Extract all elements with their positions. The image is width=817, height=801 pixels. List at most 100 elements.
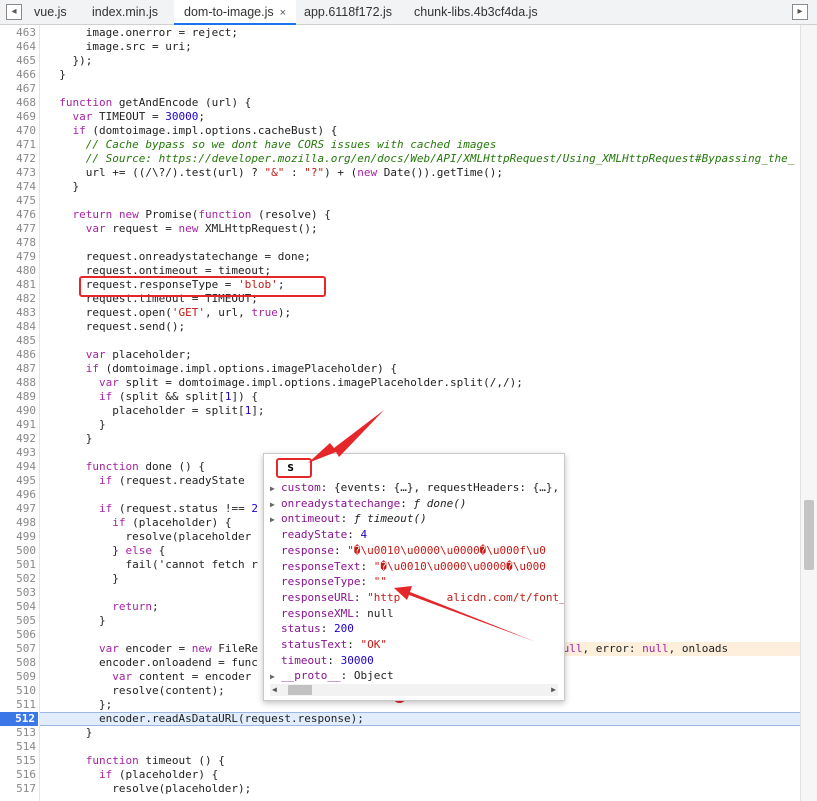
popover-horizontal-scrollbar[interactable]: ◀ ▶ bbox=[270, 684, 558, 696]
line-number[interactable]: 483 bbox=[0, 306, 36, 320]
scroll-right-icon[interactable]: ▶ bbox=[551, 684, 556, 696]
property-row[interactable]: ▶ __proto__: Object bbox=[270, 668, 394, 683]
tab-label: chunk-libs.4b3cf4da.js bbox=[414, 5, 538, 19]
property-key: __proto__ bbox=[281, 669, 341, 683]
line-number[interactable]: 501 bbox=[0, 558, 36, 572]
line-number[interactable]: 504 bbox=[0, 600, 36, 614]
line-number[interactable]: 478 bbox=[0, 236, 36, 250]
property-value: {events: {…}, requestHeaders: {…}, bbox=[334, 481, 560, 494]
line-number[interactable]: 508 bbox=[0, 656, 36, 670]
line-number[interactable]: 494 bbox=[0, 460, 36, 474]
property-row[interactable]: timeout: 30000 bbox=[270, 653, 374, 668]
line-number[interactable]: 500 bbox=[0, 544, 36, 558]
line-number[interactable]: 477 bbox=[0, 222, 36, 236]
line-number[interactable]: 466 bbox=[0, 68, 36, 82]
property-row[interactable]: responseType: "" bbox=[270, 574, 387, 589]
line-number[interactable]: 507 bbox=[0, 642, 36, 656]
line-number[interactable]: 467 bbox=[0, 82, 36, 96]
property-row[interactable]: readyState: 4 bbox=[270, 527, 367, 542]
line-number[interactable]: 496 bbox=[0, 488, 36, 502]
property-row[interactable]: response: "�\u0010\u0000\u0000�\u000f\u0 bbox=[270, 543, 546, 558]
property-row[interactable]: responseXML: null bbox=[270, 606, 394, 621]
line-number[interactable]: 487 bbox=[0, 362, 36, 376]
line-number[interactable]: 516 bbox=[0, 768, 36, 782]
line-number[interactable]: 499 bbox=[0, 530, 36, 544]
line-number[interactable]: 482 bbox=[0, 292, 36, 306]
line-number[interactable]: 480 bbox=[0, 264, 36, 278]
line-number[interactable]: 495 bbox=[0, 474, 36, 488]
tab-2[interactable]: dom-to-image.js × bbox=[174, 0, 297, 25]
code-line: function getAndEncode (url) { bbox=[59, 96, 252, 109]
line-number[interactable]: 476 bbox=[0, 208, 36, 222]
line-number[interactable]: 517 bbox=[0, 782, 36, 796]
tab-1[interactable]: index.min.js bbox=[82, 0, 168, 25]
code-line: var request = new XMLHttpRequest(); bbox=[85, 222, 318, 235]
property-row[interactable]: ▶ ontimeout: ƒ timeout() bbox=[270, 511, 427, 526]
property-key: statusText bbox=[281, 638, 348, 651]
line-number[interactable]: 464 bbox=[0, 40, 36, 54]
line-number[interactable]: 485 bbox=[0, 334, 36, 348]
property-key: custom bbox=[281, 481, 321, 494]
line-number[interactable]: 491 bbox=[0, 418, 36, 432]
property-row[interactable]: status: 200 bbox=[270, 621, 354, 636]
breakpoint-marker[interactable]: 512 bbox=[0, 712, 38, 726]
code-line: var content = encoder bbox=[112, 670, 252, 683]
tab-0[interactable]: vue.js bbox=[24, 0, 77, 25]
line-number[interactable]: 492 bbox=[0, 432, 36, 446]
tab-label: vue.js bbox=[34, 5, 67, 19]
annotation-region bbox=[110, 713, 275, 731]
line-number[interactable]: 490 bbox=[0, 404, 36, 418]
tab-4[interactable]: chunk-libs.4b3cf4da.js bbox=[404, 0, 548, 25]
line-number[interactable]: 493 bbox=[0, 446, 36, 460]
line-number[interactable]: 513 bbox=[0, 726, 36, 740]
expand-triangle-icon[interactable]: ▶ bbox=[270, 481, 281, 496]
scroll-left-icon[interactable]: ◀ bbox=[272, 684, 277, 696]
line-number[interactable]: 472 bbox=[0, 152, 36, 166]
back-icon[interactable]: ◂ bbox=[6, 4, 22, 20]
line-number[interactable]: 488 bbox=[0, 376, 36, 390]
line-number[interactable]: 474 bbox=[0, 180, 36, 194]
line-number[interactable]: 497 bbox=[0, 502, 36, 516]
close-tab-icon[interactable]: × bbox=[280, 7, 286, 19]
line-number[interactable]: 475 bbox=[0, 194, 36, 208]
line-number[interactable]: 484 bbox=[0, 320, 36, 334]
line-number[interactable]: 463 bbox=[0, 26, 36, 40]
line-number[interactable]: 465 bbox=[0, 54, 36, 68]
tab-3[interactable]: app.6118f172.js bbox=[294, 0, 402, 25]
line-number[interactable]: 486 bbox=[0, 348, 36, 362]
variable-inspect-popover[interactable]: s ▶ custom: {events: {…}, requestHeaders:… bbox=[263, 453, 565, 701]
line-number[interactable]: 469 bbox=[0, 110, 36, 124]
expand-triangle-icon[interactable]: ▶ bbox=[270, 669, 281, 684]
property-row[interactable]: responseURL: "http alicdn.com/t/font_ bbox=[270, 590, 564, 605]
line-number[interactable]: 481 bbox=[0, 278, 36, 292]
property-row[interactable]: statusText: "OK" bbox=[270, 637, 387, 652]
line-number[interactable]: 479 bbox=[0, 250, 36, 264]
line-number-gutter[interactable]: 463 464 465 466 467 468 469 470 471 472 473 474 475 4… bbox=[0, 25, 40, 801]
line-number[interactable]: 498 bbox=[0, 516, 36, 530]
line-number[interactable]: 511 bbox=[0, 698, 36, 712]
line-number[interactable]: 468 bbox=[0, 96, 36, 110]
property-row[interactable]: ▶ onreadystatechange: ƒ done() bbox=[270, 496, 466, 511]
line-number[interactable]: 514 bbox=[0, 740, 36, 754]
scrollbar-thumb[interactable] bbox=[804, 500, 814, 570]
line-number[interactable]: 503 bbox=[0, 586, 36, 600]
vertical-scrollbar[interactable] bbox=[800, 25, 817, 801]
forward-icon[interactable]: ▸ bbox=[792, 4, 808, 20]
line-number[interactable]: 505 bbox=[0, 614, 36, 628]
line-number[interactable]: 515 bbox=[0, 754, 36, 768]
property-value: ƒ done() bbox=[413, 496, 467, 510]
code-line: if (request.readyState bbox=[98, 474, 245, 487]
line-number[interactable]: 470 bbox=[0, 124, 36, 138]
line-number[interactable]: 473 bbox=[0, 166, 36, 180]
property-row[interactable]: ▶ custom: {events: {…}, requestHeaders: {… bbox=[270, 480, 559, 495]
line-number[interactable]: 502 bbox=[0, 572, 36, 586]
line-number[interactable]: 506 bbox=[0, 628, 36, 642]
line-number[interactable]: 489 bbox=[0, 390, 36, 404]
expand-triangle-icon[interactable]: ▶ bbox=[270, 512, 281, 527]
line-number[interactable]: 510 bbox=[0, 684, 36, 698]
property-row[interactable]: responseText: "�\u0010\u0000\u0000�\u000 bbox=[270, 559, 546, 574]
line-number[interactable]: 471 bbox=[0, 138, 36, 152]
popover-scroll-thumb[interactable] bbox=[288, 685, 312, 695]
expand-triangle-icon[interactable]: ▶ bbox=[270, 497, 281, 512]
line-number[interactable]: 509 bbox=[0, 670, 36, 684]
